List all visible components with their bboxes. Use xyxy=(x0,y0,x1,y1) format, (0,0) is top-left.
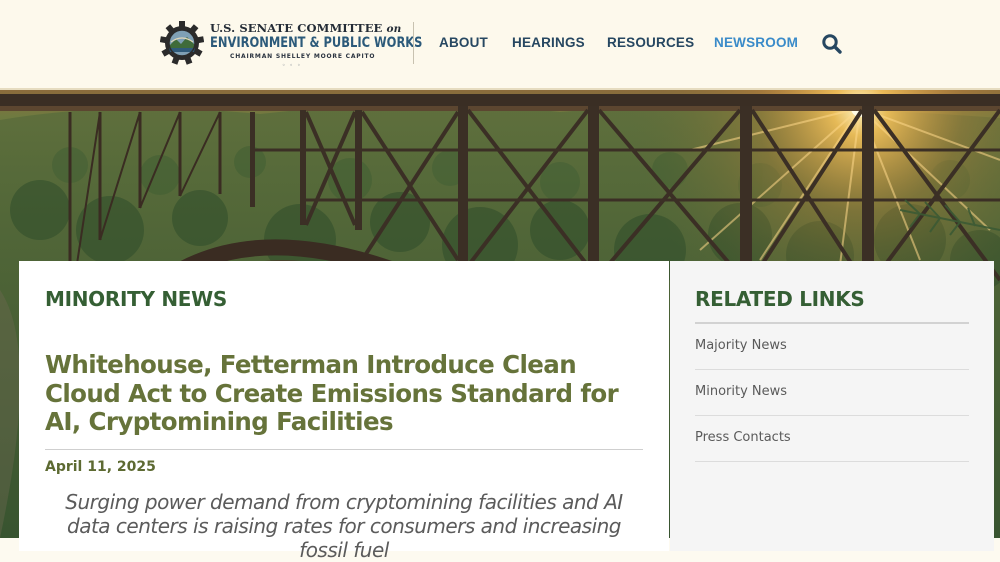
logo-dots: ◦◦◦ xyxy=(282,62,305,69)
nav-item-about[interactable]: ABOUT xyxy=(439,35,488,50)
related-links-panel: RELATED LINKS Majority News Minority New… xyxy=(670,261,994,551)
site-header: U.S. SENATE COMMITTEE on ENVIRONMENT & P… xyxy=(0,0,1000,90)
logo-line-3: CHAIRMAN SHELLEY MOORE CAPITO xyxy=(230,53,376,60)
related-link-minority-news[interactable]: Minority News xyxy=(695,384,787,399)
list-item: Minority News xyxy=(695,370,969,416)
article-title: Whitehouse, Fetterman Introduce Clean Cl… xyxy=(45,350,619,436)
header-divider xyxy=(413,22,414,64)
related-link-majority-news[interactable]: Majority News xyxy=(695,338,787,353)
article-card: MINORITY NEWS Whitehouse, Fetterman Intr… xyxy=(19,261,669,562)
gear-logo-icon xyxy=(160,21,204,65)
nav-item-newsroom[interactable]: NEWSROOM xyxy=(714,35,798,50)
nav-item-hearings[interactable]: HEARINGS xyxy=(512,35,585,50)
logo-line-1: U.S. SENATE COMMITTEE on xyxy=(210,21,402,35)
search-icon xyxy=(822,34,842,54)
article-date: April 11, 2025 xyxy=(45,459,156,475)
section-label: MINORITY NEWS xyxy=(45,287,227,311)
nav-item-resources[interactable]: RESOURCES xyxy=(607,35,694,50)
related-links-list: Majority News Minority News Press Contac… xyxy=(695,324,969,462)
title-divider xyxy=(45,449,643,450)
search-button[interactable] xyxy=(821,33,843,55)
logo-line-2: ENVIRONMENT & PUBLIC WORKS xyxy=(210,35,423,51)
article-deck: Surging power demand from cryptomining f… xyxy=(65,490,623,562)
list-item: Press Contacts xyxy=(695,416,969,462)
committee-logo[interactable]: U.S. SENATE COMMITTEE on ENVIRONMENT & P… xyxy=(160,20,422,70)
list-item: Majority News xyxy=(695,324,969,370)
related-links-title: RELATED LINKS xyxy=(695,287,865,311)
related-link-press-contacts[interactable]: Press Contacts xyxy=(695,430,791,445)
